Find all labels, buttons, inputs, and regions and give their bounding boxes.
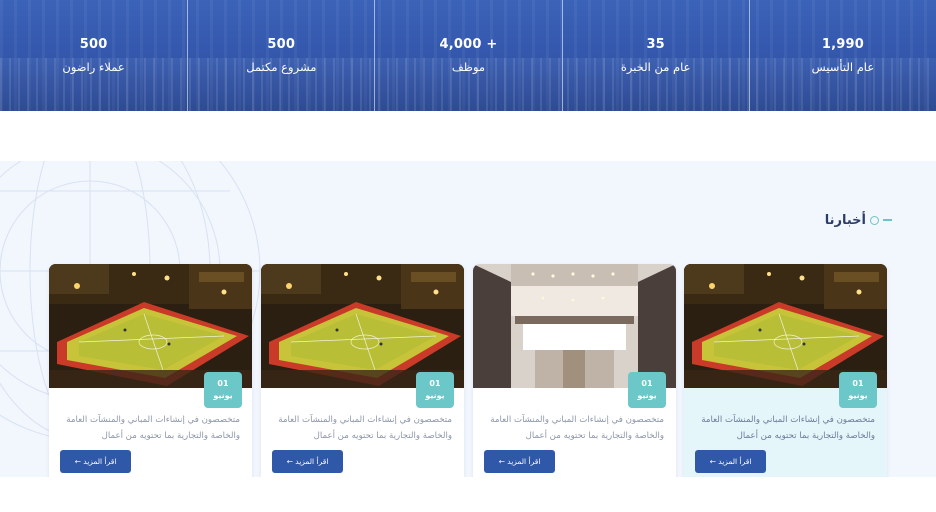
stat-value: 500 xyxy=(267,37,296,52)
news-excerpt: متخصصون في إنشاءات المباني والمنشآت العا… xyxy=(278,415,452,441)
news-cards: 01 يونيو متخصصون في إنشاءات المباني والم… xyxy=(49,264,887,477)
news-card[interactable]: 01 يونيو متخصصون في إنشاءات المباني والم… xyxy=(261,264,464,477)
date-day: 01 xyxy=(429,379,441,388)
news-card[interactable]: 01 يونيو متخصصون في إنشاءات المباني والم… xyxy=(49,264,252,477)
date-month: يونيو xyxy=(213,391,233,400)
title-circle-icon xyxy=(870,215,879,225)
title-line-icon xyxy=(883,219,892,221)
news-image-atrium xyxy=(473,264,676,388)
stat-value: 500 xyxy=(79,37,108,52)
date-badge: 01 يونيو xyxy=(628,372,666,408)
stat-experience: 35 عام من الخبرة xyxy=(561,0,749,111)
stat-label: عملاء راضون xyxy=(62,60,125,74)
read-more-button[interactable]: اقرأ المزيد ← xyxy=(60,450,131,473)
news-card[interactable]: 01 يونيو متخصصون في إنشاءات المباني والم… xyxy=(684,264,887,477)
news-section: أخبارنا 01 يونيو متخصصون في إنشاءات المب… xyxy=(0,161,936,477)
stats-band: 1,990 عام التأسيس 35 عام من الخبرة 4,000… xyxy=(0,0,936,111)
stat-projects: 500 مشروع مكتمل xyxy=(187,0,374,111)
read-more-button[interactable]: اقرأ المزيد ← xyxy=(484,450,555,473)
news-image-sports-court xyxy=(684,264,887,388)
stat-employees: 4,000 + موظف xyxy=(374,0,561,111)
stat-value: 4,000 + xyxy=(439,37,498,52)
news-excerpt: متخصصون في إنشاءات المباني والمنشآت العا… xyxy=(701,415,875,441)
stat-label: موظف xyxy=(451,60,486,74)
date-badge: 01 يونيو xyxy=(839,372,877,408)
news-card[interactable]: 01 يونيو متخصصون في إنشاءات المباني والم… xyxy=(473,264,676,477)
date-day: 01 xyxy=(641,379,653,388)
stat-label: مشروع مكتمل xyxy=(246,60,317,74)
stat-founded: 1,990 عام التأسيس xyxy=(748,0,936,111)
read-more-button[interactable]: اقرأ المزيد ← xyxy=(272,450,343,473)
read-more-button[interactable]: اقرأ المزيد ← xyxy=(695,450,766,473)
date-day: 01 xyxy=(852,379,864,388)
date-month: يونيو xyxy=(425,391,445,400)
news-image-sports-court xyxy=(49,264,252,388)
date-day: 01 xyxy=(217,379,229,388)
news-excerpt: متخصصون في إنشاءات المباني والمنشآت العا… xyxy=(490,415,664,441)
date-badge: 01 يونيو xyxy=(204,372,242,408)
date-month: يونيو xyxy=(848,391,868,400)
stat-clients: 500 عملاء راضون xyxy=(0,0,187,111)
stat-label: عام من الخبرة xyxy=(620,60,691,74)
date-month: يونيو xyxy=(637,391,657,400)
date-badge: 01 يونيو xyxy=(416,372,454,408)
stat-value: 1,990 xyxy=(821,37,864,52)
stat-value: 35 xyxy=(646,37,665,52)
stat-label: عام التأسيس xyxy=(811,60,875,74)
section-title-text: أخبارنا xyxy=(824,212,866,228)
news-excerpt: متخصصون في إنشاءات المباني والمنشآت العا… xyxy=(66,415,240,441)
section-title: أخبارنا xyxy=(825,210,892,230)
news-image-sports-court xyxy=(261,264,464,388)
